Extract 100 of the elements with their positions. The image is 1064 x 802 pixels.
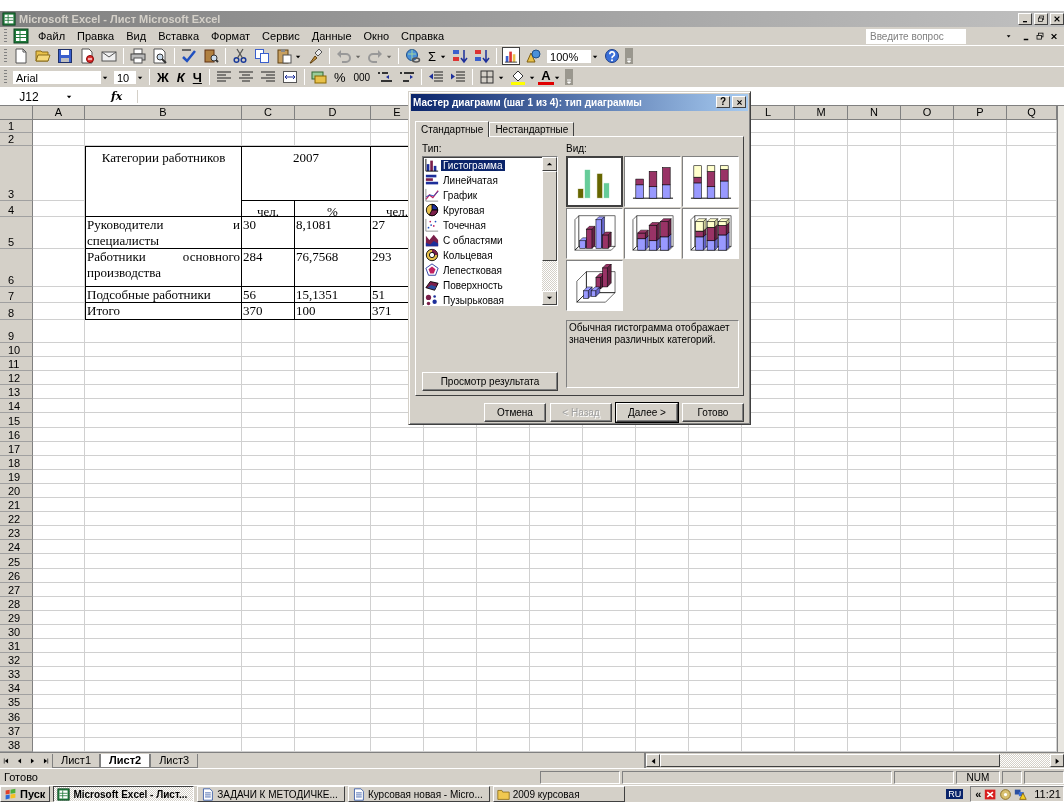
close-button[interactable] bbox=[732, 96, 746, 109]
row-header[interactable]: 11 bbox=[0, 357, 33, 372]
zoom-dropdown[interactable]: 100% bbox=[546, 48, 593, 64]
row-header[interactable]: 3 bbox=[0, 146, 33, 201]
row-header[interactable]: 13 bbox=[0, 385, 33, 400]
chart-type-item[interactable]: Кольцевая bbox=[425, 247, 542, 263]
dialog-tab[interactable]: Нестандартные bbox=[489, 121, 575, 136]
row-header[interactable]: 5 bbox=[0, 217, 33, 249]
error-icon[interactable] bbox=[984, 787, 998, 801]
insert-function-button[interactable]: fx bbox=[93, 90, 139, 103]
scroll-right-icon[interactable] bbox=[1050, 754, 1064, 767]
close-icon[interactable] bbox=[1050, 31, 1058, 41]
network-warning-icon[interactable] bbox=[1014, 787, 1028, 801]
select-all-button[interactable] bbox=[0, 106, 33, 120]
row-header[interactable]: 1 bbox=[0, 120, 33, 133]
row-header[interactable]: 10 bbox=[0, 343, 33, 358]
sheet-tab[interactable]: Лист2 bbox=[100, 753, 151, 768]
taskbar-button[interactable]: ЗАДАЧИ К МЕТОДИЧКЕ... bbox=[197, 786, 345, 802]
column-header[interactable]: A bbox=[33, 106, 85, 120]
menu-item[interactable]: Файл bbox=[32, 30, 72, 42]
row-header[interactable]: 36 bbox=[0, 709, 33, 724]
thousands-button[interactable]: 000 bbox=[349, 71, 375, 83]
minimize-button[interactable] bbox=[1018, 13, 1032, 25]
menu-item[interactable]: Окно bbox=[357, 30, 396, 42]
sort-descending-icon[interactable] bbox=[474, 48, 491, 64]
start-button[interactable]: Пуск bbox=[0, 786, 51, 802]
permission-icon[interactable] bbox=[79, 48, 95, 64]
sort-ascending-icon[interactable] bbox=[452, 48, 469, 64]
chart-type-item[interactable]: Точечная bbox=[425, 217, 542, 233]
row-header[interactable]: 32 bbox=[0, 653, 33, 668]
menu-item[interactable]: Вставка bbox=[152, 30, 205, 42]
percent-button[interactable]: % bbox=[329, 69, 350, 85]
dialog-button[interactable]: Далее > bbox=[616, 403, 678, 422]
toolbar-grip[interactable] bbox=[4, 49, 7, 63]
row-header[interactable]: 15 bbox=[0, 413, 33, 428]
row-header[interactable]: 35 bbox=[0, 695, 33, 710]
chart-type-item[interactable]: Линейчатая bbox=[425, 172, 542, 188]
decrease-indent-icon[interactable] bbox=[428, 69, 445, 85]
row-header[interactable]: 4 bbox=[0, 201, 33, 217]
row-header[interactable]: 12 bbox=[0, 371, 33, 386]
envelope-icon[interactable] bbox=[101, 48, 117, 64]
caret-icon[interactable] bbox=[66, 93, 73, 100]
bold-button[interactable]: Ж bbox=[153, 69, 173, 85]
font-size-dropdown[interactable]: 10 bbox=[113, 69, 137, 85]
menu-item[interactable]: Данные bbox=[305, 30, 358, 42]
chart-type-list[interactable]: Гистограмма Линейчатая График Круговая Точечная С областями Кольцевая Лепестковая Поверхность Пузырьковая bbox=[422, 155, 558, 306]
underline-button[interactable]: Ч bbox=[188, 69, 206, 85]
taskbar-button[interactable]: Microsoft Excel - Лист... bbox=[53, 786, 195, 802]
row-header[interactable]: 9 bbox=[0, 320, 33, 343]
increase-indent-icon[interactable] bbox=[450, 69, 467, 85]
brush-icon[interactable] bbox=[307, 48, 323, 64]
help-button[interactable]: ? bbox=[716, 96, 730, 109]
autosum-button[interactable]: Σ bbox=[424, 48, 441, 64]
undo-icon[interactable] bbox=[336, 48, 352, 64]
chart-type-item[interactable]: График bbox=[425, 187, 542, 203]
caret-icon[interactable] bbox=[1006, 33, 1012, 39]
close-button[interactable] bbox=[1050, 13, 1064, 25]
scroll-down-icon[interactable] bbox=[542, 290, 557, 305]
row-header[interactable]: 34 bbox=[0, 681, 33, 696]
chart-type-item[interactable]: Гистограмма bbox=[425, 157, 542, 173]
copy-icon[interactable] bbox=[254, 48, 270, 64]
font-dropdown[interactable]: Arial bbox=[12, 69, 102, 85]
dialog-tab[interactable]: Стандартные bbox=[415, 120, 490, 137]
new-document-icon[interactable] bbox=[13, 48, 29, 64]
chart-type-item[interactable]: С областями bbox=[425, 232, 542, 248]
chart-type-item[interactable]: Круговая bbox=[425, 202, 542, 218]
scrollbar-thumb[interactable] bbox=[660, 754, 1000, 767]
restore-button[interactable] bbox=[1034, 13, 1048, 25]
preview-button[interactable]: Просмотр результата bbox=[422, 372, 558, 391]
column-header[interactable]: O bbox=[901, 106, 954, 120]
printer-icon[interactable] bbox=[130, 48, 146, 64]
merge-center-icon[interactable] bbox=[281, 69, 298, 85]
row-header[interactable]: 22 bbox=[0, 512, 33, 527]
hyperlink-icon[interactable] bbox=[405, 48, 421, 64]
drawing-icon[interactable] bbox=[525, 48, 542, 64]
chart-type-item[interactable]: Пузырьковая bbox=[425, 292, 542, 308]
taskbar-button[interactable]: 2009 курсовая bbox=[492, 786, 625, 802]
show-hidden-icons-button[interactable]: « bbox=[975, 788, 982, 800]
align-right-icon[interactable] bbox=[259, 69, 276, 85]
column-header[interactable]: N bbox=[848, 106, 901, 120]
spreadsheet-icon[interactable] bbox=[13, 28, 29, 44]
align-center-icon[interactable] bbox=[237, 69, 254, 85]
scroll-up-icon[interactable] bbox=[542, 156, 557, 171]
italic-button[interactable]: К bbox=[172, 69, 189, 85]
scroll-left-icon[interactable] bbox=[646, 754, 660, 767]
scissors-icon[interactable] bbox=[232, 48, 248, 64]
row-header[interactable]: 2 bbox=[0, 133, 33, 146]
font-color-button[interactable]: A bbox=[538, 69, 554, 85]
sheet-tab[interactable]: Лист1 bbox=[52, 753, 101, 768]
paste-icon[interactable] bbox=[276, 48, 292, 64]
chart-wizard-icon[interactable] bbox=[503, 48, 520, 64]
row-header[interactable]: 24 bbox=[0, 540, 33, 555]
chart-type-item[interactable]: Поверхность bbox=[425, 277, 542, 293]
menu-item[interactable]: Формат bbox=[205, 30, 257, 42]
taskbar-button[interactable]: Курсовая новая - Micro... bbox=[347, 786, 490, 802]
row-header[interactable]: 23 bbox=[0, 526, 33, 541]
toolbar-grip[interactable] bbox=[4, 29, 7, 43]
spelling-icon[interactable] bbox=[181, 48, 197, 64]
book-icon[interactable] bbox=[203, 48, 219, 64]
column-header[interactable]: P bbox=[954, 106, 1007, 120]
